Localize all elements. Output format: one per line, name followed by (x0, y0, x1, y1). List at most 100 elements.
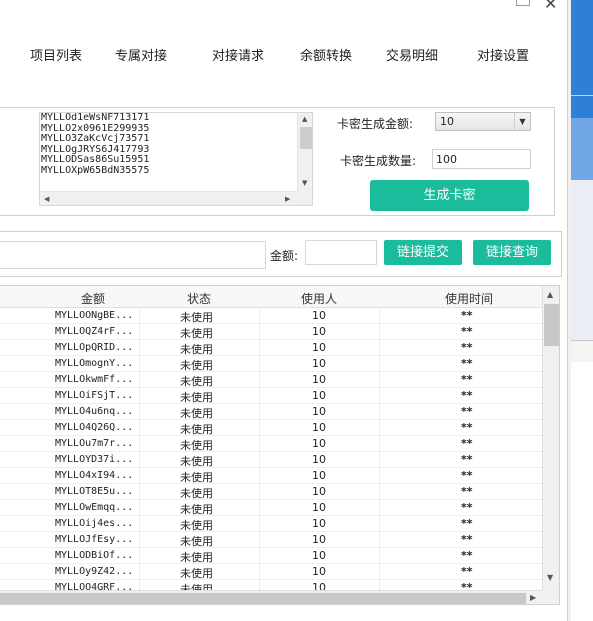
card-code-cell: MYLLOQZ4rF... (55, 326, 134, 337)
list-item: MYLLOXpW65BdN35575 (41, 164, 150, 176)
scroll-down-icon[interactable]: ▼ (302, 179, 307, 187)
time-cell: ** (461, 485, 473, 498)
status-cell: 未使用 (180, 391, 213, 404)
generate-cards-button[interactable]: 生成卡密 (370, 180, 529, 211)
status-cell: 未使用 (180, 583, 213, 590)
close-icon[interactable]: ✕ (544, 0, 557, 13)
table-row[interactable]: MYLLODBiOf... 未使用 10 ** (0, 548, 542, 564)
table-row[interactable]: MYLLOJfEsy... 未使用 10 ** (0, 532, 542, 548)
scroll-thumb[interactable] (544, 304, 559, 346)
link-amount-label: 金额: (270, 249, 299, 263)
user-cell: 10 (312, 357, 326, 370)
status-cell: 未使用 (180, 471, 213, 484)
user-cell: 10 (312, 565, 326, 578)
user-cell: 10 (312, 325, 326, 338)
status-cell: 未使用 (180, 439, 213, 452)
scroll-left-icon[interactable]: ◀ (44, 195, 49, 203)
generated-codes-text: MYLLOd1eWsNF713171 MYLLO2x0961E299935 MY… (40, 113, 297, 191)
quantity-input[interactable]: 100 (432, 149, 531, 169)
nav-item-project-list[interactable]: 项目列表 (30, 45, 82, 64)
user-cell: 10 (312, 389, 326, 402)
status-cell: 未使用 (180, 311, 213, 324)
nav-item-exclusive-link[interactable]: 专属对接 (115, 45, 167, 64)
card-code-cell: MYLLOpQRID... (55, 342, 134, 353)
table-horizontal-scrollbar[interactable]: ▶ (0, 590, 542, 604)
time-cell: ** (461, 565, 473, 578)
table-body: MYLLOONgBE... 未使用 10 ** MYLLOQZ4rF... 未使用 10 **… (0, 308, 542, 590)
status-cell: 未使用 (180, 519, 213, 532)
scroll-right-icon[interactable]: ▶ (285, 195, 290, 203)
scroll-up-icon[interactable]: ▲ (302, 115, 307, 123)
link-input[interactable] (0, 241, 266, 269)
codes-horizontal-scrollbar[interactable]: ◀ ▶ (40, 191, 297, 205)
table-row[interactable]: MYLLOmognY... 未使用 10 ** (0, 356, 542, 372)
time-cell: ** (461, 581, 473, 590)
scroll-thumb[interactable] (0, 593, 526, 604)
column-header-time[interactable]: 使用时间 (445, 290, 493, 307)
table-row[interactable]: MYLLOy9Z42... 未使用 10 ** (0, 564, 542, 580)
scroll-right-icon[interactable]: ▶ (530, 593, 536, 602)
nav-item-balance-convert[interactable]: 余额转换 (300, 45, 352, 64)
time-cell: ** (461, 549, 473, 562)
link-amount-input[interactable] (305, 240, 377, 265)
status-cell: 未使用 (180, 503, 213, 516)
link-submit-button[interactable]: 链接提交 (384, 240, 462, 265)
amount-select[interactable]: 10 ▼ (435, 112, 531, 131)
table-row[interactable]: MYLLOONgBE... 未使用 10 ** (0, 308, 542, 324)
cards-table: 金额 状态 使用人 使用时间 MYLLOONgBE... 未使用 10 ** MYLLO… (0, 285, 560, 605)
nav-item-link-requests[interactable]: 对接请求 (212, 45, 264, 64)
amount-select-value: 10 (440, 115, 454, 128)
status-cell: 未使用 (180, 423, 213, 436)
time-cell: ** (461, 501, 473, 514)
scroll-down-icon[interactable]: ▼ (547, 573, 553, 582)
scrollbar-corner (542, 590, 559, 604)
time-cell: ** (461, 341, 473, 354)
table-row[interactable]: MYLLOYD37i... 未使用 10 ** (0, 452, 542, 468)
card-code-cell: MYLLOmognY... (55, 358, 134, 369)
generated-codes-list[interactable]: MYLLOd1eWsNF713171 MYLLO2x0961E299935 MY… (39, 112, 313, 206)
table-row[interactable]: MYLLOwEmqq... 未使用 10 ** (0, 500, 542, 516)
time-cell: ** (461, 405, 473, 418)
top-nav: 项目列表 专属对接 对接请求 余额转换 交易明细 对接设置 (0, 40, 565, 66)
status-cell: 未使用 (180, 327, 213, 340)
maximize-icon[interactable] (516, 0, 530, 6)
scroll-thumb[interactable] (300, 127, 312, 149)
column-header-amount[interactable]: 金额 (81, 290, 105, 307)
link-query-button[interactable]: 链接查询 (473, 240, 551, 265)
table-row[interactable]: MYLLOkwmFf... 未使用 10 ** (0, 372, 542, 388)
nav-item-link-settings[interactable]: 对接设置 (477, 45, 529, 64)
table-row[interactable]: MYLLOiFSjT... 未使用 10 ** (0, 388, 542, 404)
user-cell: 10 (312, 581, 326, 590)
card-code-cell: MYLLOu7m7r... (55, 438, 134, 449)
table-row[interactable]: MYLLOQZ4rF... 未使用 10 ** (0, 324, 542, 340)
time-cell: ** (461, 421, 473, 434)
column-header-user[interactable]: 使用人 (301, 290, 337, 307)
amount-label: 卡密生成金额: (337, 117, 414, 131)
chevron-down-icon[interactable]: ▼ (514, 113, 530, 130)
table-row[interactable]: MYLLO4xI94... 未使用 10 ** (0, 468, 542, 484)
table-row[interactable]: MYLLOij4es... 未使用 10 ** (0, 516, 542, 532)
card-code-cell: MYLLO4u6nq... (55, 406, 134, 417)
table-row[interactable]: MYLLOT8E5u... 未使用 10 ** (0, 484, 542, 500)
table-row[interactable]: MYLLOpQRID... 未使用 10 ** (0, 340, 542, 356)
adjacent-window-strip (567, 0, 593, 621)
scrollbar-corner (297, 191, 312, 205)
user-cell: 10 (312, 533, 326, 546)
table-vertical-scrollbar[interactable]: ▲ ▼ (542, 286, 559, 590)
scroll-up-icon[interactable]: ▲ (547, 290, 553, 299)
card-code-cell: MYLLOkwmFf... (55, 374, 134, 385)
time-cell: ** (461, 437, 473, 450)
time-cell: ** (461, 357, 473, 370)
card-code-cell: MYLLO4Q26Q... (55, 422, 134, 433)
status-cell: 未使用 (180, 551, 213, 564)
card-code-cell: MYLLOO4GRF... (55, 582, 134, 590)
table-row[interactable]: MYLLO4u6nq... 未使用 10 ** (0, 404, 542, 420)
table-row[interactable]: MYLLOu7m7r... 未使用 10 ** (0, 436, 542, 452)
card-code-cell: MYLLODBiOf... (55, 550, 134, 561)
table-row[interactable]: MYLLOO4GRF... 未使用 10 ** (0, 580, 542, 590)
table-row[interactable]: MYLLO4Q26Q... 未使用 10 ** (0, 420, 542, 436)
user-cell: 10 (312, 453, 326, 466)
nav-item-transactions[interactable]: 交易明细 (386, 45, 438, 64)
codes-vertical-scrollbar[interactable]: ▲ ▼ (297, 113, 312, 191)
column-header-status[interactable]: 状态 (187, 290, 211, 307)
